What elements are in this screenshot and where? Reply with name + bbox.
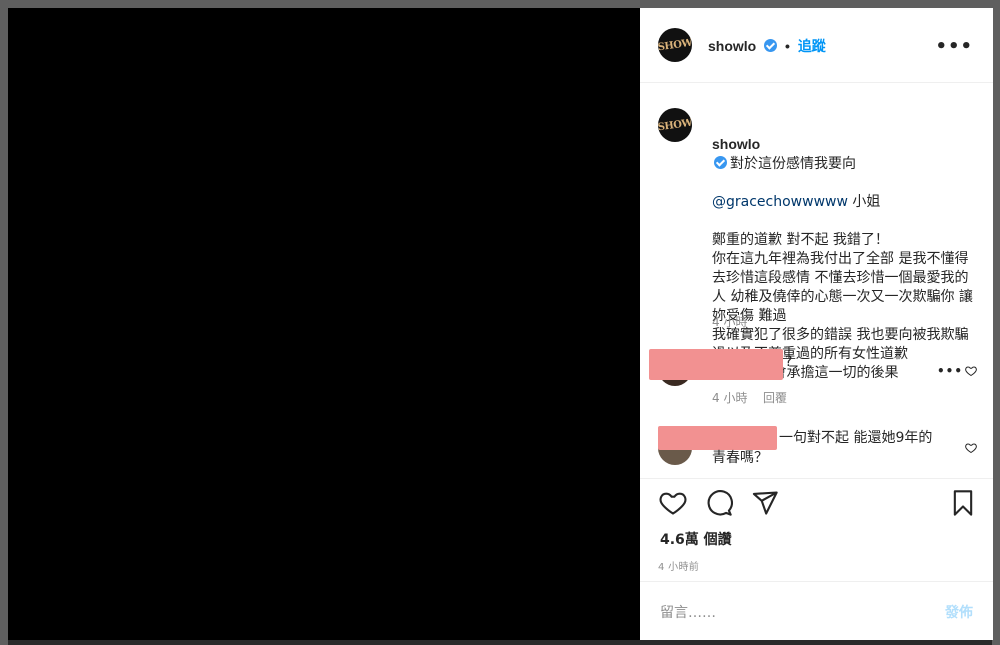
comment-bubble-icon[interactable] — [705, 489, 733, 517]
header-user-row: showlo • 追蹤 — [708, 36, 826, 56]
caption-avatar-logo: SHOW — [658, 117, 692, 133]
caption-avatar[interactable]: SHOW — [658, 108, 692, 142]
comment-text-line2: 青春嗎？ — [712, 450, 768, 466]
post-button[interactable]: 發佈 — [945, 602, 973, 622]
like-heart-icon[interactable] — [659, 489, 687, 517]
post-time-ago: 4 小時前 — [658, 562, 700, 573]
comment-like-heart-icon[interactable] — [965, 442, 977, 454]
caption-time: 4 小時 — [712, 315, 748, 329]
caption-username[interactable]: showlo — [712, 136, 760, 152]
comments-list[interactable]: SHOW showlo 對於這份感情我要向 @gracechowwwww 小姐 … — [640, 83, 993, 478]
action-bar: 4.6萬 個讚 4 小時前 — [640, 478, 993, 582]
more-options-icon[interactable]: ••• — [935, 36, 973, 57]
likes-count[interactable]: 4.6萬 個讚 — [660, 529, 732, 549]
caption-line1: 對於這份感情我要向 — [730, 156, 856, 172]
caption-line2: 小姐 — [847, 194, 881, 210]
redacted-username — [649, 349, 783, 380]
comment-composer: 留言…… 發佈 — [640, 581, 993, 641]
bookmark-icon[interactable] — [949, 489, 977, 517]
comment-more-icon[interactable]: ••• — [937, 364, 963, 378]
caption: showlo 對於這份感情我要向 @gracechowwwww 小姐 鄭重的道歉… — [712, 116, 982, 383]
username-link[interactable]: showlo — [708, 38, 756, 54]
post-header: SHOW showlo • 追蹤 ••• — [640, 8, 993, 83]
post-side-panel: SHOW showlo • 追蹤 ••• SHOW showlo 對於這份感情我… — [640, 8, 993, 640]
comment-input[interactable]: 留言…… — [660, 602, 920, 622]
verified-badge-icon — [764, 39, 778, 52]
follow-button[interactable]: 追蹤 — [798, 38, 826, 54]
reply-button[interactable]: 回覆 — [763, 389, 787, 406]
redacted-username — [658, 426, 777, 450]
avatar[interactable]: SHOW — [658, 28, 692, 62]
avatar-logo: SHOW — [658, 37, 692, 53]
share-send-icon[interactable] — [751, 489, 779, 517]
post-image[interactable] — [8, 8, 640, 640]
mention-link[interactable]: @gracechowwwww — [712, 194, 848, 210]
comment-text-line1: 一句對不起 能還她9年的 — [779, 430, 933, 446]
app-window: SHOW showlo • 追蹤 ••• SHOW showlo 對於這份感情我… — [0, 0, 1000, 645]
comment-time: 4 小時 — [712, 391, 748, 405]
comment-text: ? — [785, 354, 793, 370]
caption-verified-icon — [714, 156, 727, 169]
comment-like-heart-icon[interactable] — [965, 365, 977, 377]
separator-dot: • — [785, 38, 790, 54]
